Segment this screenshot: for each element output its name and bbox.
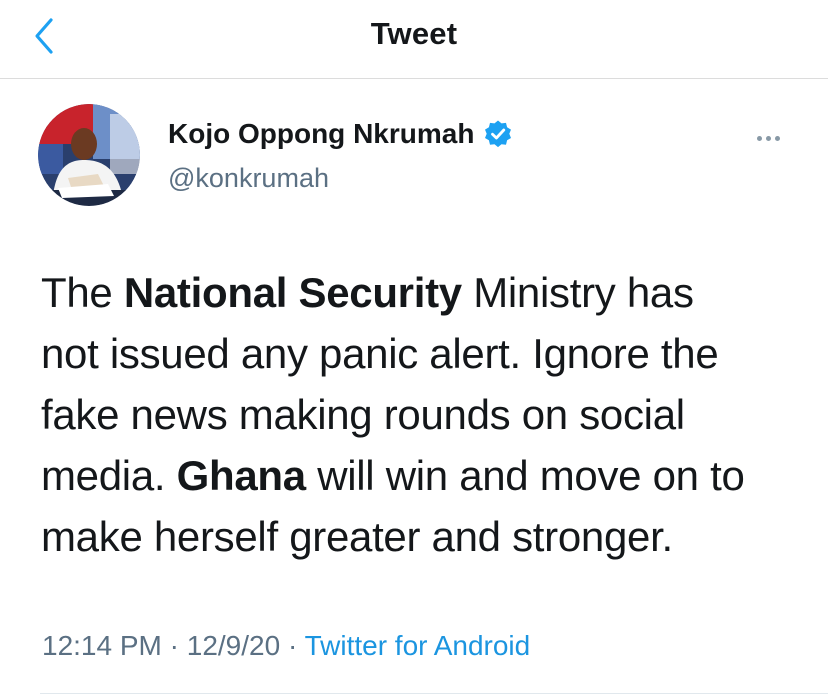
more-dots-icon [756, 135, 762, 141]
source-link[interactable]: Twitter for Android [305, 630, 531, 661]
author-name[interactable]: Kojo Oppong Nkrumah [168, 118, 474, 150]
avatar-photo [38, 104, 140, 206]
more-options-button[interactable] [748, 126, 788, 150]
separator: · [280, 630, 305, 661]
tweet-meta: 12:14 PM · 12/9/20 · Twitter for Android [42, 630, 530, 662]
verified-badge-icon [483, 119, 513, 149]
tweet-time: 12:14 PM [42, 630, 162, 661]
author-name-row[interactable]: Kojo Oppong Nkrumah [168, 118, 513, 150]
tweet-text: The National Security Ministry has not i… [41, 262, 811, 567]
page-title: Tweet [370, 16, 458, 51]
tweet-line-1: The National Security Ministry has [41, 269, 694, 316]
tweet-date: 12/9/20 [186, 630, 281, 661]
top-bar: Tweet [0, 0, 828, 79]
separator: · [161, 630, 187, 661]
tweet-line-2: not issued any panic alert. Ignore the [41, 330, 719, 377]
tweet-line-3: fake news making rounds on social [41, 391, 685, 438]
avatar[interactable] [38, 104, 140, 206]
tweet-line-5: make herself greater and stronger. [41, 513, 673, 560]
author-handle[interactable]: @konkrumah [168, 163, 329, 194]
bold-text: Ghana [176, 452, 307, 499]
divider [40, 693, 828, 694]
bold-text: National Security [123, 269, 462, 316]
tweet-line-4: media. Ghana will win and move on to [41, 452, 745, 499]
